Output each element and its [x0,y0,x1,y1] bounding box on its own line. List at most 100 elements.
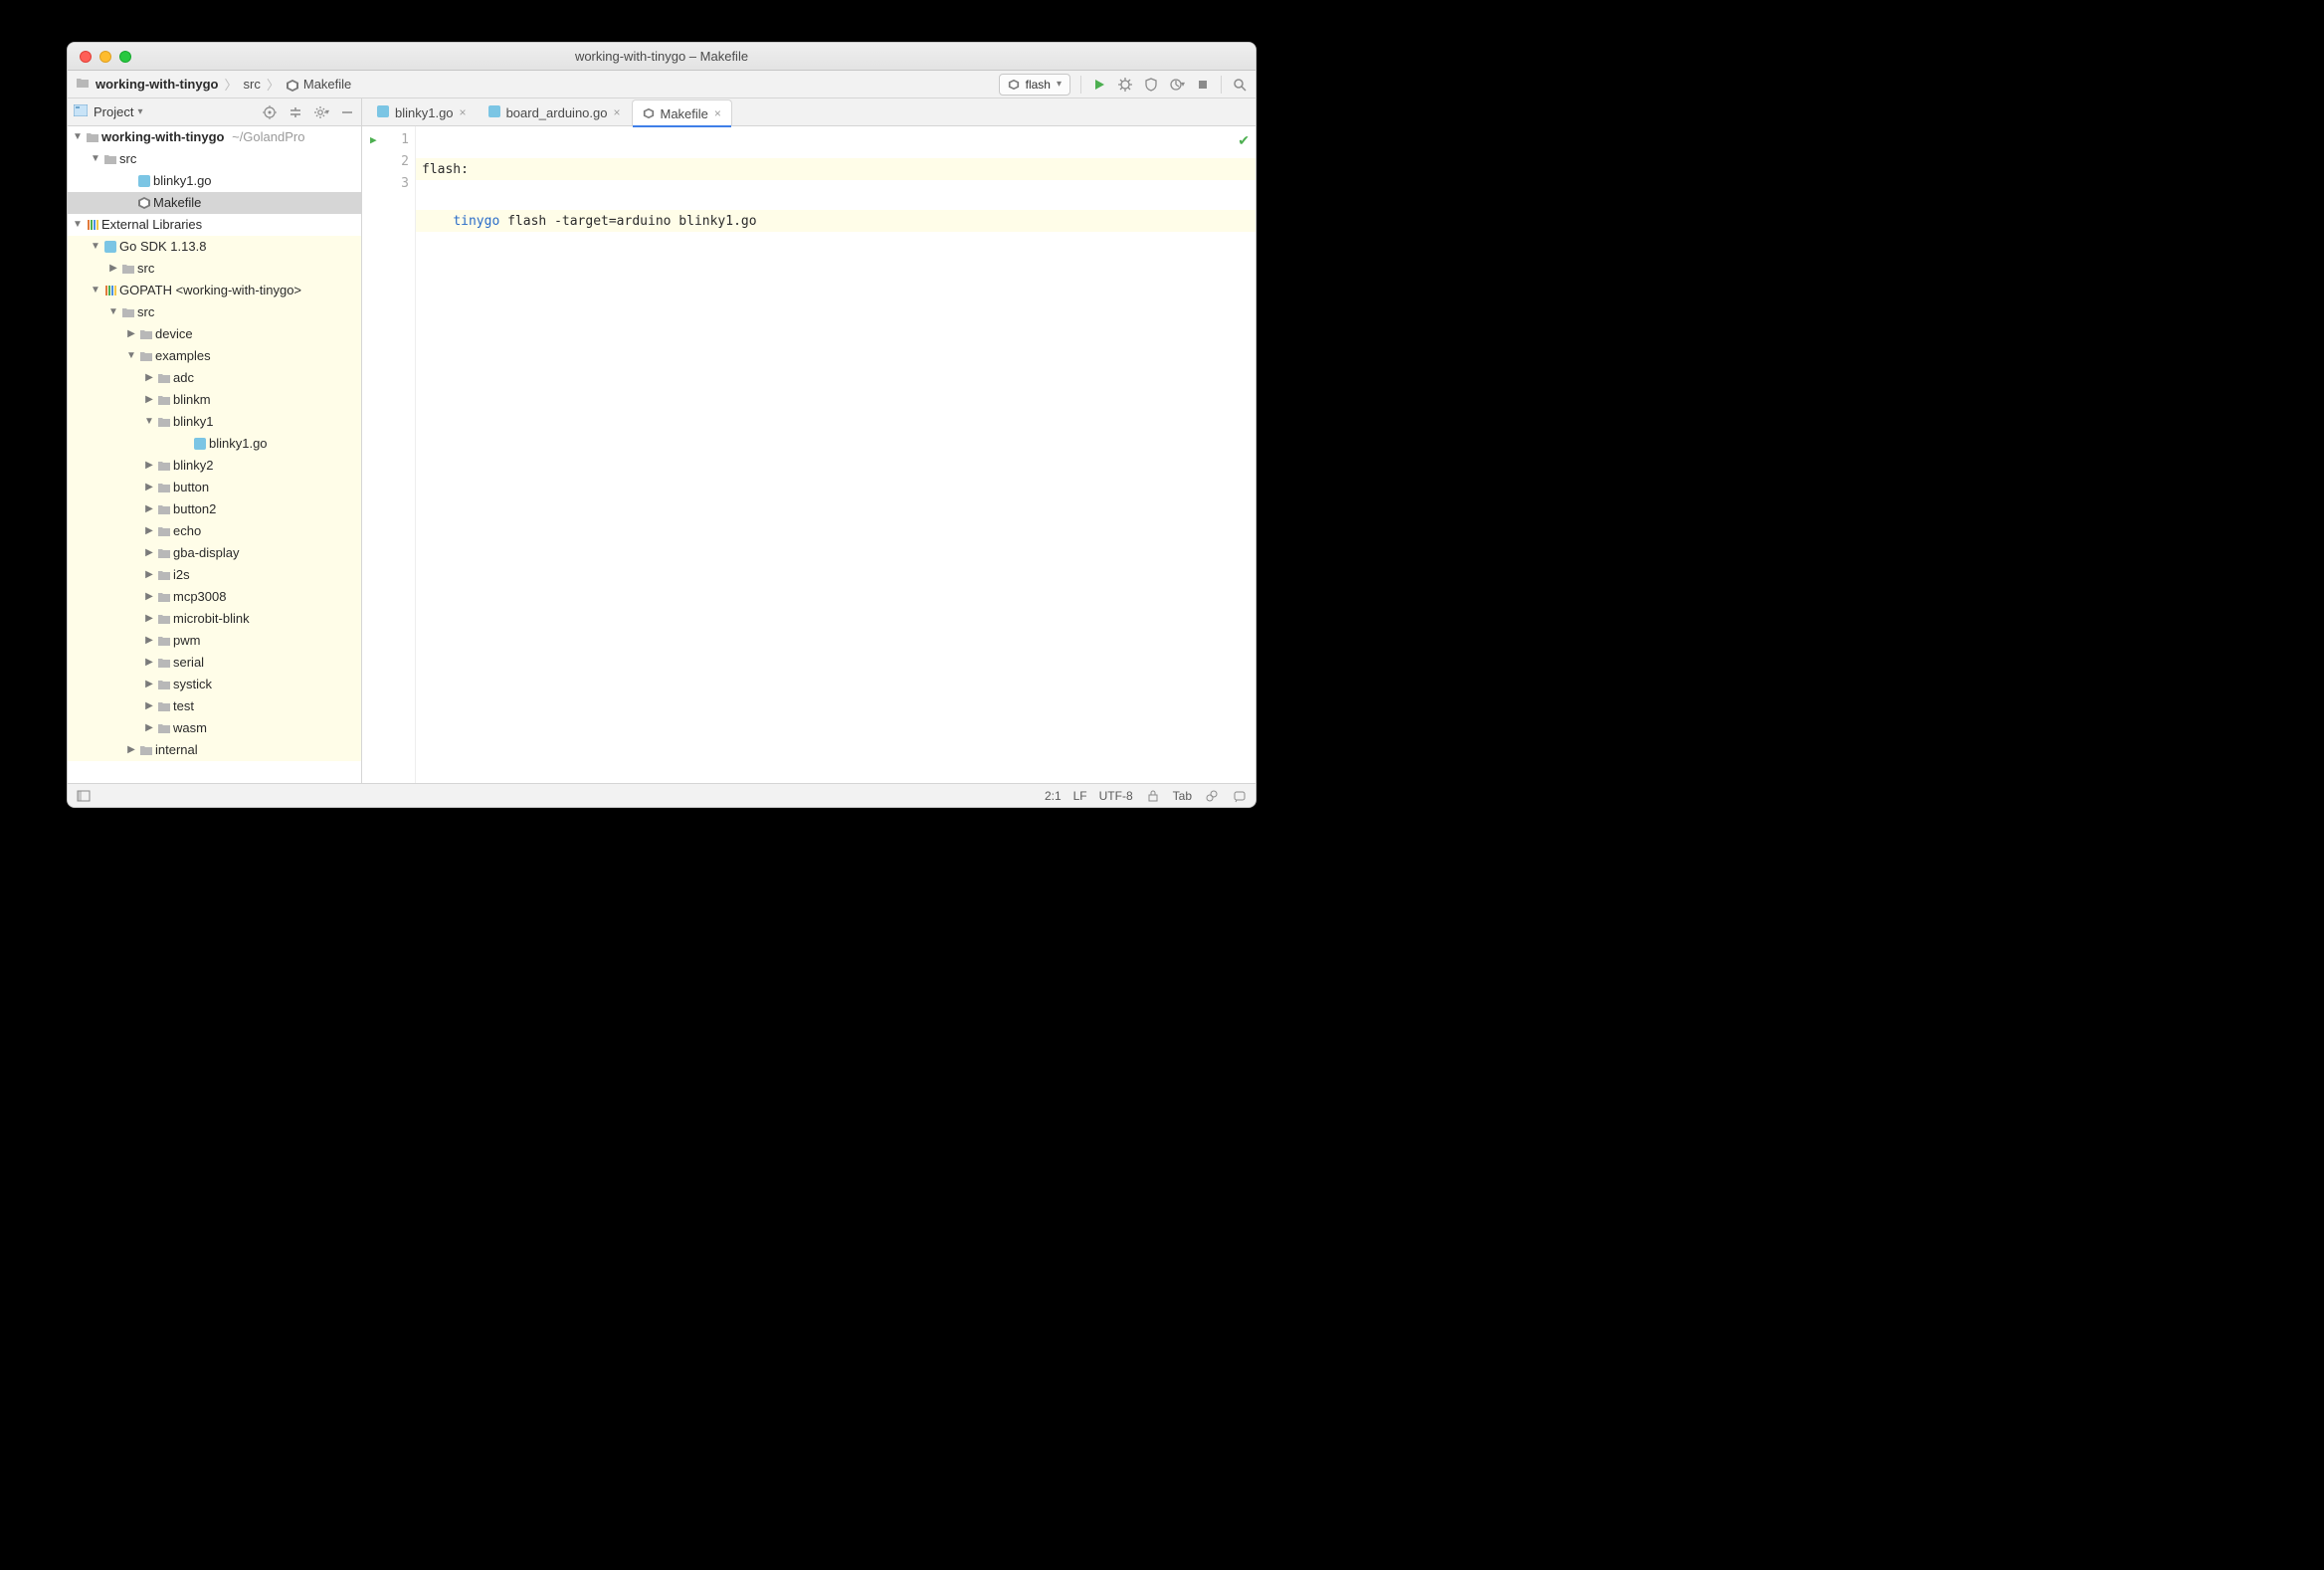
profile-button[interactable]: ▾ [1169,77,1185,93]
status-line-ending[interactable]: LF [1073,789,1087,803]
tree-node-src[interactable]: ▼ src [68,148,361,170]
project-view-label: Project ▾ [94,104,143,119]
tree-node-button2[interactable]: ▶button2 [68,498,361,520]
tab-board-arduino[interactable]: board_arduino.go × [478,98,632,125]
go-file-icon [194,438,206,450]
tree-node-i2s[interactable]: ▶i2s [68,564,361,586]
library-icon [88,220,98,230]
status-caret-position[interactable]: 2:1 [1045,789,1062,803]
go-sdk-icon [104,241,116,253]
tree-node-adc[interactable]: ▶adc [68,367,361,389]
tree-file-makefile[interactable]: ▶ Makefile [68,192,361,214]
tree-node-microbit-blink[interactable]: ▶microbit-blink [68,608,361,630]
status-encoding[interactable]: UTF-8 [1099,789,1133,803]
project-tool-window: Project ▾ ▾ [68,98,362,783]
tree-node-serial[interactable]: ▶serial [68,652,361,674]
tree-file-examples-blinky1-go[interactable]: ▶blinky1.go [68,433,361,455]
close-tab-icon[interactable]: × [613,105,620,119]
tree-node-go-sdk-src[interactable]: ▶ src [68,258,361,280]
stop-button[interactable] [1195,77,1211,93]
tree-node-mcp3008[interactable]: ▶mcp3008 [68,586,361,608]
breadcrumb-separator: 〉 [224,75,237,94]
tree-node-test[interactable]: ▶test [68,695,361,717]
tree-node-pwm[interactable]: ▶pwm [68,630,361,652]
close-tab-icon[interactable]: × [460,105,467,119]
inspection-ok-icon[interactable]: ✔ [1238,132,1250,149]
chevron-down-icon: ▾ [1057,79,1062,90]
editor-gutter[interactable]: 1▶ 2 3 [362,126,416,783]
tree-node-wasm[interactable]: ▶wasm [68,717,361,739]
editor-area: blinky1.go × board_arduino.go × Makefile… [362,98,1256,783]
editor-body[interactable]: 1▶ 2 3 flash: tinygo flash -target=ardui… [362,126,1256,783]
project-view-icon [74,104,88,119]
tree-node-project-root[interactable]: ▼ working-with-tinygo ~/GolandPro [68,126,361,148]
code-line[interactable]: flash: [416,158,1256,180]
tree-node-blinky1[interactable]: ▼blinky1 [68,411,361,433]
status-bar: 2:1 LF UTF-8 Tab [68,783,1256,807]
gutter-run-icon[interactable]: ▶ [370,133,377,146]
code-line[interactable]: tinygo flash -target=arduino blinky1.go [416,210,1256,232]
tree-node-internal[interactable]: ▶internal [68,739,361,761]
makefile-icon [1008,79,1020,91]
breadcrumb-root[interactable]: working-with-tinygo [96,77,218,92]
tab-makefile[interactable]: Makefile × [632,99,732,126]
go-file-icon [138,175,150,187]
breadcrumb-file[interactable]: Makefile [303,77,351,92]
tree-node-button[interactable]: ▶button [68,477,361,498]
tree-node-gopath-src[interactable]: ▼ src [68,301,361,323]
tree-node-echo[interactable]: ▶echo [68,520,361,542]
project-tree[interactable]: ▼ working-with-tinygo ~/GolandPro ▼ src … [68,126,361,783]
debug-button[interactable] [1117,77,1133,93]
makefile-icon [135,197,153,209]
code-area[interactable]: flash: tinygo flash -target=arduino blin… [416,126,1256,783]
close-tab-icon[interactable]: × [714,106,721,120]
hide-panel-button[interactable] [339,104,355,120]
tree-file-blinky1[interactable]: ▶ blinky1.go [68,170,361,192]
locate-file-button[interactable] [262,104,278,120]
tree-node-go-sdk[interactable]: ▼ Go SDK 1.13.8 [68,236,361,258]
navbar: working-with-tinygo 〉 src 〉 Makefile fla… [68,71,1256,98]
status-indent[interactable]: Tab [1173,789,1192,803]
editor-tab-bar: blinky1.go × board_arduino.go × Makefile… [362,98,1256,126]
go-file-icon [488,105,500,117]
settings-button[interactable]: ▾ [313,104,329,120]
tree-node-external-libraries[interactable]: ▼ External Libraries [68,214,361,236]
titlebar: working-with-tinygo – Makefile [68,43,1256,71]
coverage-button[interactable] [1143,77,1159,93]
breadcrumb-src[interactable]: src [244,77,261,92]
minimize-window-button[interactable] [99,51,111,63]
go-file-icon [377,105,389,117]
breadcrumb-separator: 〉 [267,75,280,94]
readonly-lock-icon[interactable] [1145,788,1161,804]
status-notifications-icon[interactable] [1232,788,1248,804]
close-window-button[interactable] [80,51,92,63]
run-button[interactable] [1091,77,1107,93]
tree-node-examples[interactable]: ▼ examples [68,345,361,367]
makefile-icon [643,107,655,119]
tree-node-gba-display[interactable]: ▶gba-display [68,542,361,564]
expand-all-button[interactable] [288,104,303,120]
chevron-down-icon: ▾ [137,106,142,117]
zoom-window-button[interactable] [119,51,131,63]
folder-icon [76,77,90,92]
tool-window-button[interactable] [76,788,92,804]
status-inspection-icon[interactable] [1204,788,1220,804]
main-area: Project ▾ ▾ [68,98,1256,783]
tree-node-gopath[interactable]: ▼ GOPATH <working-with-tinygo> [68,280,361,301]
makefile-icon [286,79,297,91]
run-configuration-selector[interactable]: flash ▾ [999,74,1070,96]
breadcrumb: working-with-tinygo 〉 src 〉 Makefile [76,75,351,94]
tree-node-device[interactable]: ▶ device [68,323,361,345]
library-icon [105,286,116,295]
separator [1221,76,1222,94]
tree-node-blinkm[interactable]: ▶blinkm [68,389,361,411]
toolbar: flash ▾ ▾ [999,74,1248,96]
code-line[interactable] [416,262,1256,284]
project-panel-header[interactable]: Project ▾ ▾ [68,98,361,126]
search-everywhere-button[interactable] [1232,77,1248,93]
separator [1080,76,1081,94]
tree-node-systick[interactable]: ▶systick [68,674,361,695]
tree-node-blinky2[interactable]: ▶blinky2 [68,455,361,477]
tab-blinky1[interactable]: blinky1.go × [366,98,478,125]
ide-window: working-with-tinygo – Makefile working-w… [67,42,1257,808]
